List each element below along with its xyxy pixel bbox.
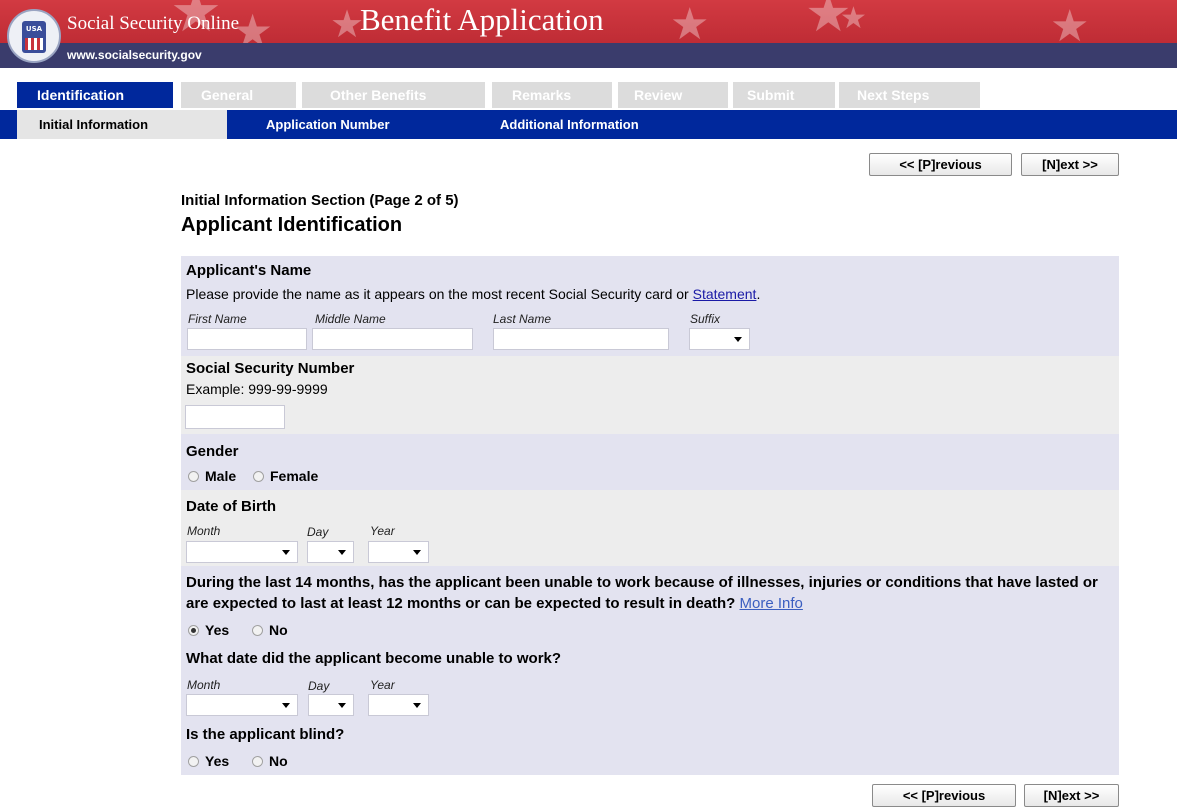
chevron-down-icon (282, 550, 290, 555)
previous-button-bottom[interactable]: << [P]revious (872, 784, 1016, 807)
tab-remarks[interactable]: Remarks (492, 82, 612, 108)
site-banner: ★ ★ ★ ★ ★ ★ ★ USA Social Security Online… (0, 0, 1177, 68)
seal-stripes (25, 38, 43, 50)
banner-star-icon: ★ (670, 0, 710, 44)
chevron-down-icon (413, 703, 421, 708)
blind-heading: Is the applicant blind? (186, 726, 345, 743)
name-panel: Applicant's Name Please provide the name… (181, 256, 1119, 356)
blind-panel: Is the applicant blind? Yes No (181, 720, 1119, 775)
site-url[interactable]: www.socialsecurity.gov (67, 48, 202, 62)
site-name[interactable]: Social Security Online (67, 13, 239, 35)
name-hint-text: Please provide the name as it appears on… (186, 286, 693, 302)
tab-identification[interactable]: Identification (17, 82, 173, 108)
first-name-label: First Name (188, 312, 247, 326)
main-tabs: Identification General Other Benefits Re… (0, 68, 1177, 110)
gender-female-label[interactable]: Female (270, 468, 318, 484)
name-hint-end: . (756, 286, 761, 302)
sub-navigation: Initial Information Application Number A… (0, 110, 1177, 139)
ssn-example: Example: 999-99-9999 (186, 381, 328, 397)
subnav-initial-information[interactable]: Initial Information (17, 110, 227, 139)
dob-panel: Date of Birth Month Day Year (181, 490, 1119, 566)
onset-day-label: Day (308, 679, 330, 693)
suffix-label: Suffix (690, 312, 721, 326)
onset-panel: What date did the applicant become unabl… (181, 646, 1119, 720)
seal-text: USA (25, 25, 43, 33)
ssn-heading: Social Security Number (186, 360, 355, 377)
onset-heading: What date did the applicant become unabl… (186, 650, 562, 667)
chevron-down-icon (413, 550, 421, 555)
onset-month-label: Month (187, 678, 221, 692)
tab-general[interactable]: General (181, 82, 296, 108)
chevron-down-icon (734, 337, 742, 342)
gender-female-radio[interactable] (253, 471, 264, 482)
section-label: Initial Information Section (Page 2 of 5… (181, 192, 459, 209)
next-button-top[interactable]: [N]ext >> (1021, 153, 1119, 176)
blind-no-radio[interactable] (252, 756, 263, 767)
dob-heading: Date of Birth (186, 498, 276, 515)
subnav-application-number[interactable]: Application Number (266, 110, 390, 139)
onset-year-select[interactable] (368, 694, 429, 716)
disability-yes-label[interactable]: Yes (205, 622, 229, 638)
name-hint: Please provide the name as it appears on… (186, 286, 760, 302)
middle-name-label: Middle Name (315, 312, 386, 326)
disability-no-label[interactable]: No (269, 622, 288, 638)
gender-panel: Gender Male Female (181, 434, 1119, 490)
dob-day-label: Day (307, 525, 329, 539)
page-title: Applicant Identification (181, 214, 403, 236)
disability-yes-radio[interactable] (188, 625, 199, 636)
disability-question: During the last 14 months, has the appli… (186, 572, 1111, 614)
subnav-additional-information[interactable]: Additional Information (500, 110, 639, 139)
app-title: Benefit Application (360, 2, 604, 37)
tab-other-benefits[interactable]: Other Benefits (302, 82, 485, 108)
ssa-seal-logo[interactable]: USA (7, 9, 61, 63)
statement-link[interactable]: Statement (693, 286, 757, 302)
banner-star-icon: ★ (330, 2, 365, 43)
dob-month-select[interactable] (186, 541, 298, 563)
ssn-input[interactable] (185, 405, 285, 429)
banner-star-icon: ★ (1050, 1, 1090, 44)
middle-name-input[interactable] (312, 328, 473, 350)
disability-no-radio[interactable] (252, 625, 263, 636)
gender-heading: Gender (186, 443, 239, 460)
previous-button-top[interactable]: << [P]revious (869, 153, 1012, 176)
onset-year-label: Year (370, 678, 395, 692)
onset-day-select[interactable] (308, 694, 354, 716)
last-name-input[interactable] (493, 328, 669, 350)
next-button-bottom[interactable]: [N]ext >> (1024, 784, 1119, 807)
tab-next-steps[interactable]: Next Steps (839, 82, 980, 108)
gender-male-radio[interactable] (188, 471, 199, 482)
name-heading: Applicant's Name (186, 262, 312, 279)
chevron-down-icon (338, 550, 346, 555)
disability-panel: During the last 14 months, has the appli… (181, 566, 1119, 646)
ssn-panel: Social Security Number Example: 999-99-9… (181, 356, 1119, 434)
more-info-link[interactable]: More Info (740, 595, 803, 612)
dob-year-select[interactable] (368, 541, 429, 563)
blind-yes-radio[interactable] (188, 756, 199, 767)
chevron-down-icon (282, 703, 290, 708)
onset-month-select[interactable] (186, 694, 298, 716)
gender-male-label[interactable]: Male (205, 468, 236, 484)
dob-month-label: Month (187, 524, 221, 538)
last-name-label: Last Name (493, 312, 552, 326)
blind-no-label[interactable]: No (269, 753, 288, 769)
blind-yes-label[interactable]: Yes (205, 753, 229, 769)
banner-star-icon: ★ (840, 1, 867, 36)
first-name-input[interactable] (187, 328, 307, 350)
suffix-select[interactable] (689, 328, 750, 350)
tab-submit[interactable]: Submit (733, 82, 835, 108)
dob-day-select[interactable] (307, 541, 354, 563)
dob-year-label: Year (370, 524, 395, 538)
tab-review[interactable]: Review (618, 82, 728, 108)
chevron-down-icon (338, 703, 346, 708)
disability-question-text: During the last 14 months, has the appli… (186, 574, 1098, 612)
